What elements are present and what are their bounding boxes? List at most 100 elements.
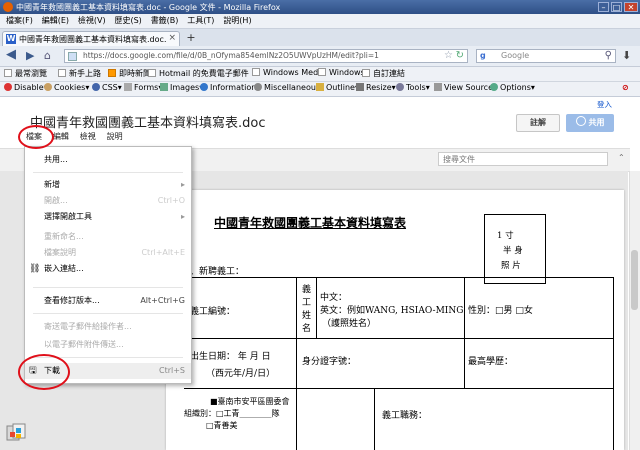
cookie-icon [44, 83, 52, 91]
forward-icon[interactable]: ▶ [26, 49, 34, 62]
bookmark-most-visited[interactable]: 最常瀏覽 [4, 68, 47, 79]
new-tab-button[interactable]: + [184, 32, 198, 45]
dev-cookies[interactable]: Cookies▾ [44, 83, 89, 92]
menu-item-embed-link[interactable]: ⛓ 嵌入連結... [25, 261, 191, 277]
name-label-2: 工 [302, 298, 312, 308]
dev-outline[interactable]: Outline▾ [316, 83, 359, 92]
dev-tools[interactable]: Tools▾ [396, 83, 430, 92]
menu-history[interactable]: 歷史(S) [114, 14, 141, 28]
tab-bar: W 中國青年救國團義工基本資料填寫表.doc… × + [0, 29, 640, 46]
docs-menu-help[interactable]: 說明 [107, 131, 123, 142]
name-label-3: 姓 [302, 311, 312, 321]
close-window-button[interactable]: ✕ [624, 2, 638, 12]
docs-menu-edit[interactable]: 編輯 [53, 131, 69, 142]
volunteer-role-label: 義工職務： [382, 411, 428, 421]
home-icon[interactable]: ⌂ [44, 49, 51, 62]
dev-forms[interactable]: Forms▾ [124, 83, 162, 92]
dev-css[interactable]: CSS▾ [92, 83, 122, 92]
menu-item-new[interactable]: 新增 ▸ [25, 177, 191, 193]
maximize-button[interactable]: □ [611, 2, 622, 12]
scrollbar-thumb[interactable] [631, 250, 638, 310]
css-icon [92, 83, 100, 91]
menu-file[interactable]: 檔案(F) [6, 14, 33, 28]
menu-help[interactable]: 說明(H) [223, 14, 251, 28]
bookmark-custom-links[interactable]: 自訂連結 [362, 68, 405, 79]
gender-label: 性別：□男 □女 [468, 306, 533, 316]
menu-item-email-collaborators[interactable]: 寄送電子郵件給操作者... [25, 319, 191, 335]
comment-button[interactable]: 註解 [516, 114, 560, 132]
search-docs-input[interactable]: 搜尋文件 [438, 152, 608, 166]
download-arrow-icon[interactable]: ⬇ [622, 49, 631, 62]
birth-date-label: 出生日期： 年 月 日 [190, 352, 271, 362]
lock-icon [575, 116, 586, 126]
tools-icon [396, 83, 404, 91]
dev-images[interactable]: Images▾ [160, 83, 203, 92]
reload-icon[interactable]: ↻ [456, 50, 464, 61]
menu-item-file-description[interactable]: 檔案說明 Ctrl+Alt+E [25, 245, 191, 261]
dev-resize[interactable]: Resize▾ [356, 83, 396, 92]
minimize-button[interactable]: – [598, 2, 609, 12]
photo-box: 1 寸 半 身 照 片 [484, 214, 546, 284]
menu-item-open-with[interactable]: 選擇開啟工具 ▸ [25, 209, 191, 225]
menu-tools[interactable]: 工具(T) [187, 14, 214, 28]
web-search-box[interactable]: g Google ⚲ [476, 49, 616, 63]
magnifier-icon[interactable]: ⚲ [605, 50, 612, 61]
section-label: 、新聘義工： [190, 267, 245, 277]
dev-status-icon[interactable]: ⊘ [622, 83, 629, 92]
dev-miscellaneous[interactable]: Miscellaneous▾ [254, 83, 324, 92]
menu-item-share[interactable]: 共用... [25, 152, 191, 168]
sign-in-link[interactable]: 登入 [597, 99, 612, 110]
bookmark-star-icon[interactable]: ☆ [444, 50, 453, 61]
menu-item-email-attachment[interactable]: 以電子郵件附件傳送... [25, 337, 191, 353]
address-bar[interactable]: https://docs.google.com/file/d/0B_nOfyma… [64, 49, 468, 63]
information-icon [200, 83, 208, 91]
org-line-2: 組織別：□工青________隊 [184, 409, 280, 418]
chinese-name-label: 中文： [320, 293, 348, 303]
site-identity-icon[interactable] [68, 52, 77, 61]
disable-icon [4, 83, 12, 91]
tab-active[interactable]: W 中國青年救國團義工基本資料填寫表.doc… × [2, 31, 180, 46]
org-line-1: ■臺南市安平區團委會 [210, 397, 290, 406]
collapse-header-icon[interactable]: ⌃ [618, 153, 625, 162]
page-icon [148, 69, 156, 77]
docs-menu-view[interactable]: 檢視 [80, 131, 96, 142]
menu-separator [33, 313, 183, 314]
share-button[interactable]: 共用 [566, 114, 614, 132]
photo-size-label: 1 寸 [497, 231, 514, 241]
extension-logo-icon[interactable] [6, 423, 26, 443]
bookmark-getting-started[interactable]: 新手上路 [58, 68, 101, 79]
form-title: 中國青年救國團義工基本資料填寫表 [214, 216, 407, 230]
word-doc-icon: W [6, 34, 16, 44]
annotation-ellipse-download [18, 354, 70, 390]
menu-item-rename[interactable]: 重新命名... [25, 229, 191, 245]
name-label-1: 義 [302, 285, 312, 295]
bookmark-windows-media[interactable]: Windows Media [252, 68, 325, 77]
dev-options[interactable]: Options▾ [490, 83, 535, 92]
org-line-3: □青善美 [206, 421, 238, 430]
window-titlebar: 中國青年救國團義工基本資料填寫表.doc - Google 文件 - Mozil… [0, 0, 640, 14]
bookmark-windows[interactable]: Windows [318, 68, 365, 77]
menu-item-open[interactable]: 開啟... Ctrl+O [25, 193, 191, 209]
dev-view-source[interactable]: View Source▾ [434, 83, 497, 92]
annotation-ellipse-file-menu [18, 125, 54, 149]
menu-bookmarks[interactable]: 書籤(B) [151, 14, 179, 28]
images-icon [160, 83, 168, 91]
tab-close-icon[interactable]: × [168, 33, 176, 43]
google-search-icon: g [480, 51, 486, 60]
menu-edit[interactable]: 編輯(E) [42, 14, 69, 28]
vertical-scrollbar[interactable] [629, 171, 640, 450]
bookmarks-toolbar: 最常瀏覽 新手上路 即時新聞 Hotmail 的免費電子郵件 Windows M… [0, 67, 640, 82]
birth-date-format: （西元年/月/日） [206, 369, 276, 379]
bookmark-latest-news[interactable]: 即時新聞 [108, 68, 151, 79]
menu-item-revision-history[interactable]: 查看修訂版本... Alt+Ctrl+G [25, 293, 191, 309]
dev-information[interactable]: Information▾ [200, 83, 260, 92]
back-icon[interactable]: ◀ [6, 47, 16, 62]
photo-label: 照 片 [501, 261, 521, 271]
link-icon: ⛓ [29, 264, 41, 274]
menu-view[interactable]: 檢視(V) [78, 14, 106, 28]
table-line [184, 338, 614, 339]
outline-icon [316, 83, 324, 91]
folder-icon [4, 69, 12, 77]
bookmark-hotmail[interactable]: Hotmail 的免費電子郵件 [148, 68, 249, 79]
dev-disable[interactable]: Disable▾ [4, 83, 48, 92]
